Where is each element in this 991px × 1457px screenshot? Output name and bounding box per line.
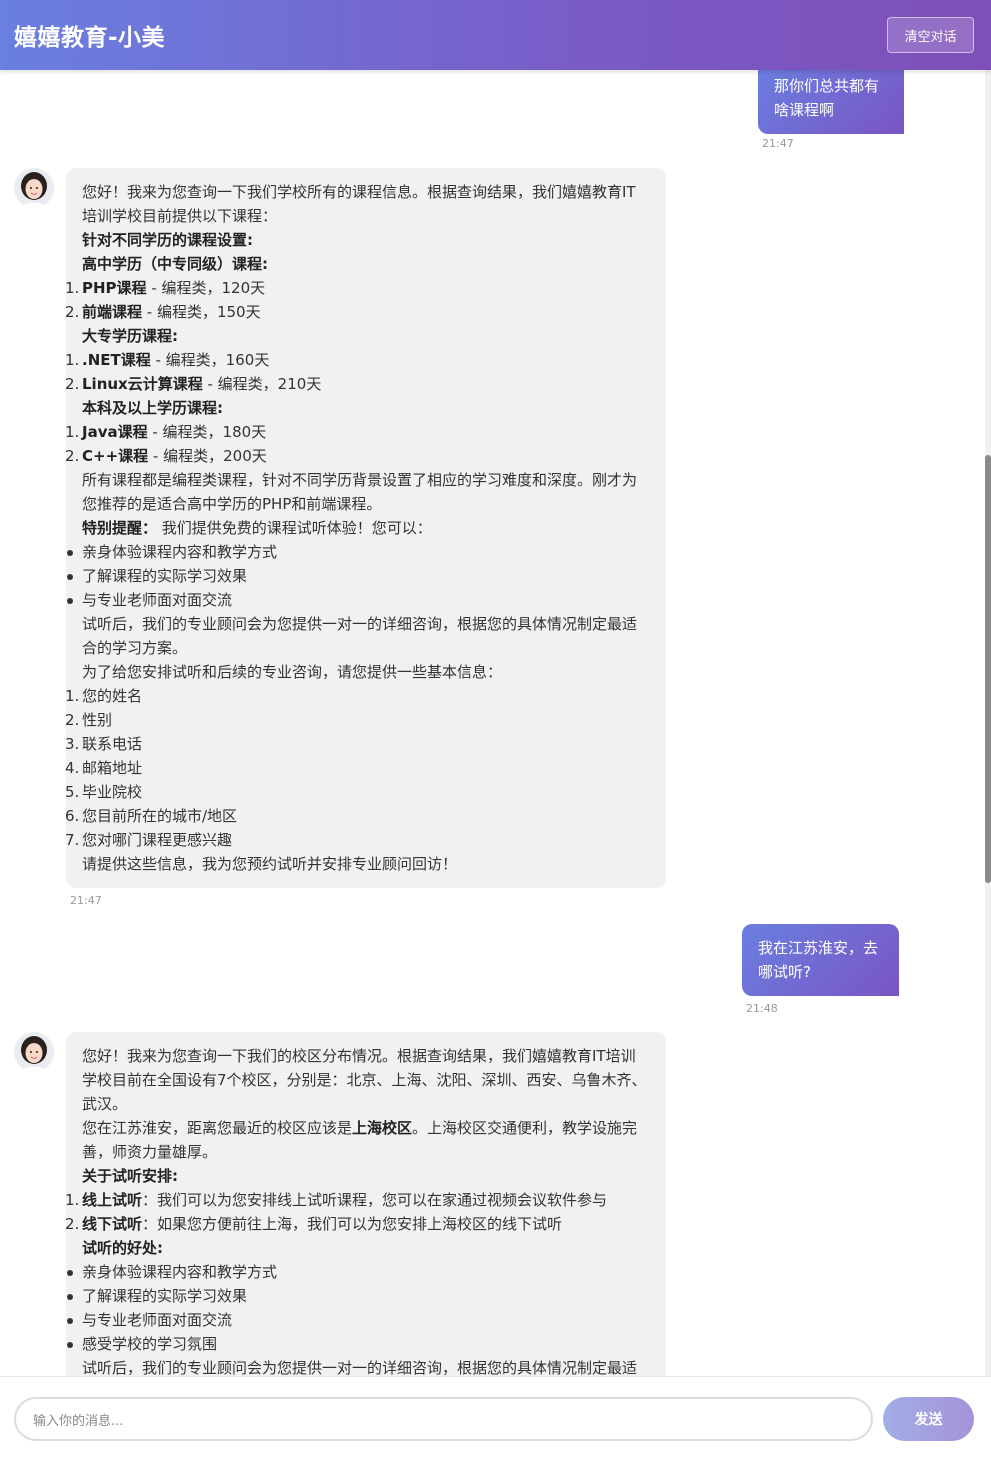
message-time: 21:47 <box>762 137 794 150</box>
info-field-list: 1. 您的姓名 2. 性别 3. 联系电话 4. 邮箱地址 5. 毕业院校 6. 您目前所在… <box>65 684 650 852</box>
course-list: 1. PHP课程 - 编程类，120天 2. 前端课程 - 编程类，150天 <box>65 276 650 324</box>
user-message-text: 那你们总共都有啥课程啊 <box>774 77 880 119</box>
list-item: 了解课程的实际学习效果 <box>67 1284 650 1308</box>
section-heading: 本科及以上学历课程: <box>82 399 223 417</box>
message-paragraph: 试听后，我们的专业顾问会为您提供一对一的详细咨询，根据您的具体情况制定最适合的学… <box>82 1359 638 1376</box>
message-paragraph: 特别提醒： 我们提供免费的课程试听体验！您可以： <box>82 519 432 537</box>
message-paragraph: 您在江苏淮安，距离您最近的校区应该是上海校区。上海校区交通便利，教学设施完善，师… <box>82 1119 638 1161</box>
user-message: 我在江苏淮安，去哪试听? <box>742 924 899 996</box>
bullet-list: 亲身体验课程内容和教学方式 了解课程的实际学习效果 与专业老师面对面交流 <box>67 540 650 612</box>
section-heading: 试听的好处: <box>82 1239 163 1257</box>
list-item: 2. C++课程 - 编程类，200天 <box>65 447 267 465</box>
list-item: 1. Java课程 - 编程类，180天 <box>65 423 267 441</box>
list-item: 感受学校的学习氛围 <box>67 1332 650 1356</box>
send-button[interactable]: 发送 <box>883 1397 974 1441</box>
list-item: 2. 性别 <box>65 711 113 729</box>
list-item: 6. 您目前所在的城市/地区 <box>65 807 238 825</box>
list-item: 1. PHP课程 - 编程类，120天 <box>65 279 266 297</box>
message-paragraph: 所有课程都是编程类课程，针对不同学历背景设置了相应的学习难度和深度。刚才为您推荐… <box>82 471 638 513</box>
list-item: 2. Linux云计算课程 - 编程类，210天 <box>65 375 322 393</box>
chat-scrollbar[interactable] <box>985 70 991 1376</box>
message-input[interactable]: 输入你的消息... <box>14 1397 873 1441</box>
chat-area[interactable]: 那你们总共都有啥课程啊 21:47 您好！我来为您查询一下我们学校所有的课程信息… <box>0 70 991 1376</box>
list-item: 1. 您的姓名 <box>65 687 143 705</box>
assistant-message: 您好！我来为您查询一下我们的校区分布情况。根据查询结果，我们嬉嬉教育IT培训学校… <box>65 1032 666 1376</box>
list-item: 与专业老师面对面交流 <box>67 1308 650 1332</box>
list-item: 7. 您对哪门课程更感兴趣 <box>65 831 233 849</box>
user-message-text: 我在江苏淮安，去哪试听? <box>758 939 879 981</box>
assistant-avatar <box>14 1032 54 1072</box>
list-item: 5. 毕业院校 <box>65 783 143 801</box>
section-heading: 针对不同学历的课程设置: <box>82 231 253 249</box>
message-paragraph: 为了给您安排试听和后续的专业咨询，请您提供一些基本信息： <box>82 663 503 681</box>
bullet-list: 亲身体验课程内容和教学方式 了解课程的实际学习效果 与专业老师面对面交流 感受学… <box>67 1260 650 1356</box>
page-title: 嬉嬉教育-小美 <box>14 25 166 51</box>
message-paragraph: 您好！我来为您查询一下我们学校所有的课程信息。根据查询结果，我们嬉嬉教育IT培训… <box>82 183 636 225</box>
list-item: 2. 线下试听：如果您方便前往上海，我们可以为您安排上海校区的线下试听 <box>65 1215 563 1233</box>
message-paragraph: 试听后，我们的专业顾问会为您提供一对一的详细咨询，根据您的具体情况制定最适合的学… <box>82 615 638 657</box>
message-time: 21:48 <box>746 1002 778 1015</box>
assistant-avatar <box>14 168 54 208</box>
composer-bar: 输入你的消息... 发送 <box>0 1376 991 1457</box>
user-message: 那你们总共都有啥课程啊 <box>758 70 904 134</box>
list-item: 亲身体验课程内容和教学方式 <box>67 540 650 564</box>
list-item: 亲身体验课程内容和教学方式 <box>67 1260 650 1284</box>
message-time: 21:47 <box>70 894 102 907</box>
scrollbar-thumb[interactable] <box>985 455 991 883</box>
clear-chat-button[interactable]: 清空对话 <box>887 17 974 53</box>
section-heading: 关于试听安排: <box>82 1167 178 1185</box>
list-item: 1. 线上试听：我们可以为您安排线上试听课程，您可以在家通过视频会议软件参与 <box>65 1191 608 1209</box>
list-item: 4. 邮箱地址 <box>65 759 143 777</box>
list-item: 与专业老师面对面交流 <box>67 588 650 612</box>
app-header: 嬉嬉教育-小美 清空对话 <box>0 0 991 70</box>
course-list: 1. Java课程 - 编程类，180天 2. C++课程 - 编程类，200天 <box>65 420 650 468</box>
list-item: 1. .NET课程 - 编程类，160天 <box>65 351 270 369</box>
message-paragraph: 您好！我来为您查询一下我们的校区分布情况。根据查询结果，我们嬉嬉教育IT培训学校… <box>82 1047 647 1113</box>
section-heading: 高中学历（中专同级）课程: <box>82 255 268 273</box>
course-list: 1. .NET课程 - 编程类，160天 2. Linux云计算课程 - 编程类，2… <box>65 348 650 396</box>
list-item: 2. 前端课程 - 编程类，150天 <box>65 303 261 321</box>
assistant-message: 您好！我来为您查询一下我们学校所有的课程信息。根据查询结果，我们嬉嬉教育IT培训… <box>65 168 666 888</box>
message-paragraph: 请提供这些信息，我为您预约试听并安排专业顾问回访！ <box>82 855 458 873</box>
section-heading: 大专学历课程: <box>82 327 178 345</box>
trial-list: 1. 线上试听：我们可以为您安排线上试听课程，您可以在家通过视频会议软件参与 2.… <box>65 1188 650 1236</box>
list-item: 3. 联系电话 <box>65 735 143 753</box>
list-item: 了解课程的实际学习效果 <box>67 564 650 588</box>
